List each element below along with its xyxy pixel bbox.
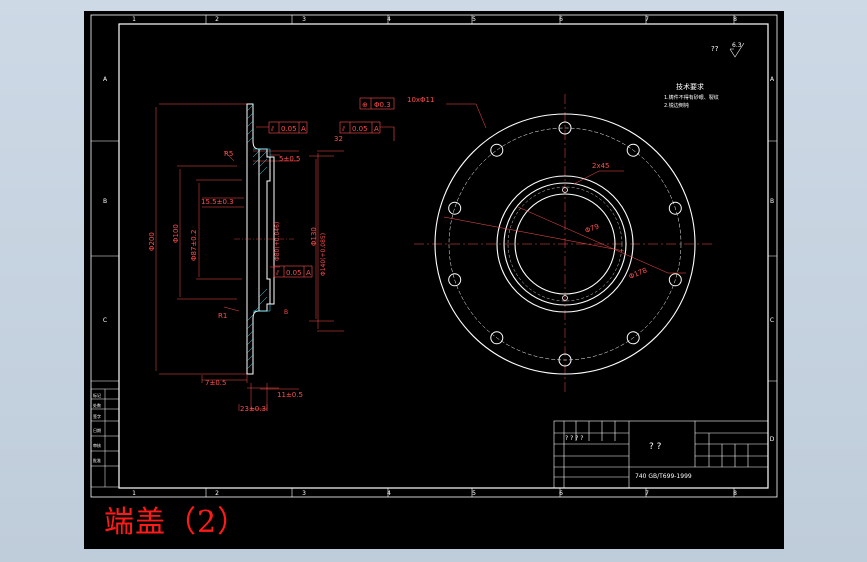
column-label: 3 — [302, 16, 306, 23]
row-label: A — [103, 76, 108, 83]
gdt-symbol: ⫽ — [270, 125, 275, 133]
section-view: 0.05 A 0.05 A 0.05 A ⫽ ⫽ ⫽ Φ200 Φ100 Φ87… — [148, 103, 395, 413]
side-dimension-lines — [155, 103, 344, 411]
column-label: 6 — [559, 490, 563, 497]
row-label: B — [103, 198, 107, 205]
drawing-sheet: 1 2 3 4 5 6 7 8 1 2 3 4 5 6 7 8 A B C A … — [84, 11, 784, 549]
dim-7: 7±0.5 — [205, 379, 226, 387]
dim-phi87: Φ87±0.2 — [190, 230, 198, 261]
dim-23: 23±0.3 — [240, 405, 266, 413]
table-label: 签字 — [93, 413, 101, 419]
gdt-tolerance: 0.05 — [352, 125, 368, 133]
dim-phi130: Φ130 — [310, 227, 318, 246]
dim-phi140: Φ140(+0.085) — [320, 233, 327, 276]
dim-phi100: Φ100 — [172, 224, 180, 243]
column-label: 1 — [132, 490, 136, 497]
drawing-caption: 端盖（2） — [104, 505, 249, 540]
gdt-tolerance: 0.05 — [281, 125, 297, 133]
column-label: 5 — [472, 16, 476, 23]
bolt-hole — [490, 143, 504, 157]
column-label: 8 — [733, 490, 737, 497]
table-label: 日期 — [93, 427, 101, 433]
gdt-symbol: ⫽ — [275, 269, 280, 277]
gdt-datum: A — [374, 125, 379, 133]
dim-phi178: Φ178 — [628, 266, 648, 280]
dim-phi79: Φ79 — [584, 222, 600, 234]
column-label: 7 — [645, 490, 649, 497]
dim-15-5: 15.5±0.3 — [201, 198, 234, 206]
column-label: 8 — [733, 16, 737, 23]
table-label: 处数 — [93, 402, 101, 408]
dim-phi200: Φ200 — [148, 232, 156, 251]
row-label: D — [770, 436, 775, 443]
dim-11: 11±0.5 — [277, 391, 303, 399]
column-label: 7 — [645, 16, 649, 23]
gdt-tolerance: 0.05 — [286, 269, 302, 277]
row-label: C — [103, 317, 107, 324]
radius-r5: R5 — [224, 150, 233, 158]
side-dimension-text: Φ200 Φ100 Φ87±0.2 15.5±0.3 5±0.5 7±0.5 1… — [148, 135, 343, 413]
position-tolerance-value: Φ0.3 — [374, 101, 391, 109]
tech-req-line: 2.锐边倒钝 — [664, 102, 689, 109]
dim-5: 5±0.5 — [279, 155, 300, 163]
column-label: 1 — [132, 16, 136, 23]
position-symbol: ⊕ — [362, 101, 368, 109]
bolt-hole — [448, 201, 462, 215]
radius-r1: R1 — [218, 312, 227, 320]
title-block-text: ? ? ? ? ? ? 740 GB/T699-1999 — [565, 435, 692, 480]
column-label: 2 — [215, 490, 219, 497]
dim-phi80: Φ80(+0.046) — [274, 222, 281, 261]
dim-2x45: 2x45 — [592, 162, 610, 170]
table-label: 审核 — [93, 442, 101, 448]
bolt-hole-callout: 10xΦ11 — [407, 96, 434, 104]
front-centerlines — [414, 94, 714, 394]
material-spec: 740 GB/T699-1999 — [635, 473, 692, 480]
column-label: 6 — [559, 16, 563, 23]
surface-roughness-symbol: ?? 6.3 — [711, 42, 745, 58]
left-revision-labels: 标记 处数 签字 日期 审核 批准 — [93, 392, 101, 463]
datum-b-label: B — [284, 309, 288, 316]
tech-req-line: 1.铸件不得有砂眼、裂纹 — [664, 94, 719, 101]
row-label: B — [770, 198, 774, 205]
surface-qmarks: ?? — [711, 45, 719, 53]
front-view: ⊕ Φ0.3 10xΦ11 2x45 Φ79 Φ178 — [359, 94, 714, 394]
title-left-header: ? ? ? ? — [565, 435, 583, 442]
row-label: A — [770, 76, 775, 83]
part-name: ? ? — [649, 442, 662, 452]
column-label: 3 — [302, 490, 306, 497]
column-label: 2 — [215, 16, 219, 23]
table-label: 批准 — [93, 457, 101, 463]
gdt-datum: A — [301, 125, 306, 133]
frame-row-labels: A B C A B C D — [103, 76, 775, 443]
column-label: 4 — [387, 490, 391, 497]
gdt-datum: A — [306, 269, 311, 277]
frame-column-labels: 1 2 3 4 5 6 7 8 1 2 3 4 5 6 7 8 — [132, 16, 737, 497]
table-label: 标记 — [93, 392, 101, 398]
gdt-symbol: ⫽ — [341, 125, 346, 133]
column-label: 4 — [387, 16, 391, 23]
cad-viewport[interactable]: 1 2 3 4 5 6 7 8 1 2 3 4 5 6 7 8 A B C A … — [0, 0, 867, 562]
column-label: 5 — [472, 490, 476, 497]
technical-requirements: 技术要求 1.铸件不得有砂眼、裂纹 2.锐边倒钝 — [664, 82, 719, 109]
surface-value: 6.3 — [732, 42, 742, 49]
row-label: C — [770, 317, 774, 324]
dim-32: 32 — [334, 135, 343, 143]
tech-req-title: 技术要求 — [676, 82, 704, 91]
engineering-drawing: 1 2 3 4 5 6 7 8 1 2 3 4 5 6 7 8 A B C A … — [90, 14, 778, 498]
